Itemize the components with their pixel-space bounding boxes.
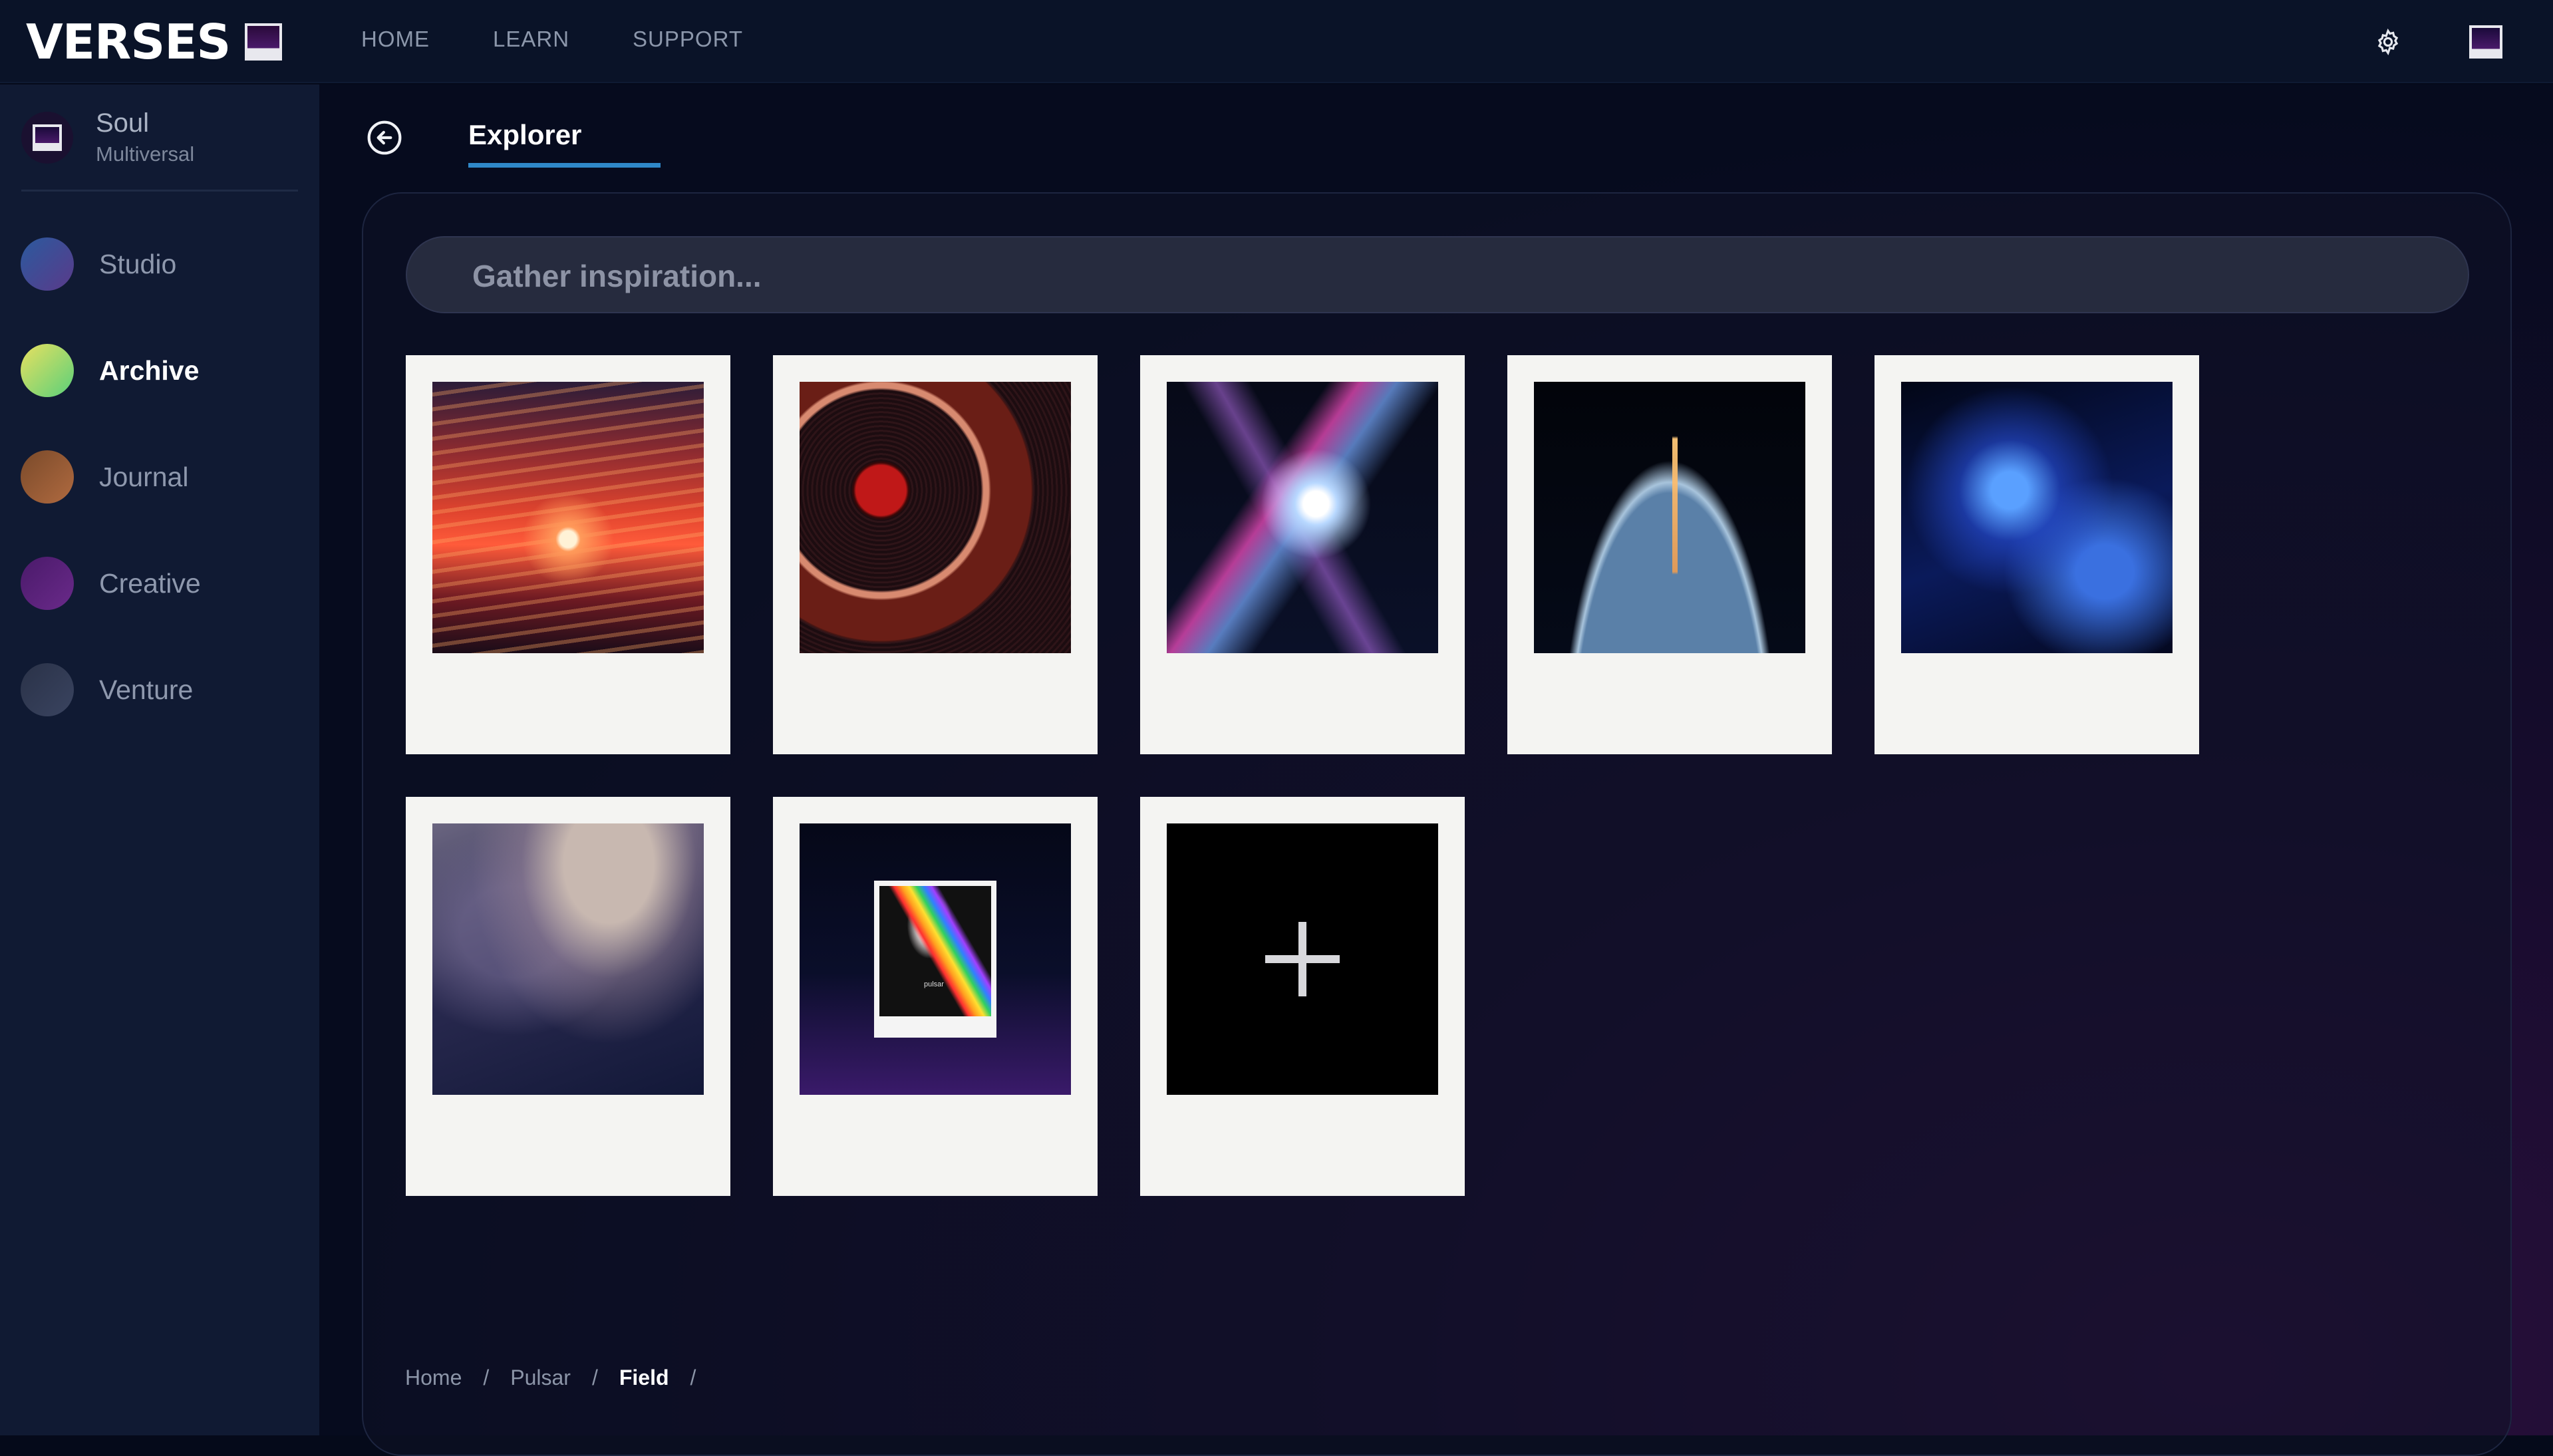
sunset-photo — [432, 382, 704, 653]
nav-learn[interactable]: LEARN — [493, 27, 569, 52]
pulsar-album-cover: pulsar — [800, 823, 1071, 1095]
gallery-card[interactable] — [773, 355, 1098, 754]
creative-dot-icon — [21, 557, 74, 610]
arrow-left-circle-icon — [367, 120, 402, 155]
breadcrumb-separator: / — [483, 1366, 490, 1389]
gallery-card[interactable] — [406, 797, 730, 1196]
breadcrumb-field: Field — [619, 1366, 669, 1389]
gallery-card[interactable]: pulsar — [773, 797, 1098, 1196]
breadcrumb-pulsar[interactable]: Pulsar — [510, 1366, 571, 1390]
sidebar: Soul Multiversal Studio Archive Journal … — [0, 84, 319, 1435]
explorer-panel: pulsar — [362, 192, 2512, 1456]
app-root: VERSES HOME LEARN SUPPORT Soul Multivers… — [0, 0, 2553, 1456]
profile-avatar-icon — [33, 124, 62, 151]
nav-support[interactable]: SUPPORT — [633, 27, 743, 52]
sidebar-divider — [21, 190, 298, 192]
user-avatar[interactable] — [2469, 25, 2502, 59]
sidebar-item-journal[interactable]: Journal — [21, 450, 201, 504]
sidebar-item-archive[interactable]: Archive — [21, 344, 201, 397]
sidebar-item-label: Venture — [99, 674, 194, 705]
archive-dot-icon — [21, 344, 74, 397]
sidebar-item-venture[interactable]: Venture — [21, 663, 201, 716]
breadcrumb-separator: / — [591, 1366, 598, 1389]
breadcrumb-home[interactable]: Home — [405, 1366, 462, 1390]
settings-button[interactable] — [2371, 25, 2405, 59]
main-nav: HOME LEARN SUPPORT — [361, 27, 743, 52]
logo[interactable]: VERSES — [26, 13, 283, 70]
plus-icon — [1265, 922, 1340, 996]
gallery-card[interactable] — [1507, 355, 1832, 754]
logo-mark-icon — [245, 23, 283, 61]
prism-art-image — [879, 886, 991, 1016]
gallery-card[interactable] — [406, 355, 730, 754]
sidebar-item-studio[interactable]: Studio — [21, 237, 201, 291]
mini-polaroid: pulsar — [874, 881, 996, 1038]
breadcrumb-separator: / — [690, 1366, 696, 1389]
rocket-launch-earth-photo — [1534, 382, 1805, 653]
tab-explorer-label: Explorer — [468, 119, 582, 150]
top-bar: VERSES HOME LEARN SUPPORT — [0, 0, 2553, 83]
night-sky-clouds-photo — [432, 823, 704, 1095]
sidebar-list: Studio Archive Journal Creative Venture — [21, 237, 201, 770]
gear-icon — [2377, 28, 2399, 56]
profile-subtitle: Multiversal — [96, 142, 195, 166]
cosmic-astronaut-art — [1167, 382, 1438, 653]
add-item-card[interactable] — [1140, 797, 1465, 1196]
sidebar-item-label: Creative — [99, 567, 201, 599]
sidebar-item-label: Archive — [99, 355, 200, 386]
gallery-card[interactable] — [1875, 355, 2199, 754]
gallery-card[interactable] — [1140, 355, 1465, 754]
nav-home[interactable]: HOME — [361, 27, 430, 52]
search-bar[interactable] — [406, 236, 2469, 313]
profile[interactable]: Soul Multiversal — [21, 108, 194, 166]
journal-dot-icon — [21, 450, 74, 504]
add-new-tile — [1167, 823, 1438, 1095]
turntable-vinyl-photo — [800, 382, 1071, 653]
profile-text: Soul Multiversal — [96, 108, 194, 166]
search-input[interactable] — [472, 257, 2401, 295]
album-caption: pulsar — [924, 980, 944, 988]
tab-explorer[interactable]: Explorer — [468, 119, 661, 168]
logo-text: VERSES — [26, 13, 231, 70]
breadcrumb: Home / Pulsar / Field / — [405, 1366, 696, 1390]
dj-mixer-blue-photo — [1901, 382, 2173, 653]
profile-avatar — [21, 111, 73, 164]
profile-name: Soul — [96, 108, 150, 138]
venture-dot-icon — [21, 663, 74, 716]
studio-dot-icon — [21, 237, 74, 291]
back-button[interactable] — [366, 119, 403, 156]
tab-active-indicator — [468, 163, 661, 168]
sidebar-item-creative[interactable]: Creative — [21, 557, 201, 610]
sidebar-item-label: Studio — [99, 248, 177, 279]
sidebar-item-label: Journal — [99, 461, 189, 492]
main-content: Explorer Gather inspiration... pulsar Ho… — [319, 84, 2553, 1456]
